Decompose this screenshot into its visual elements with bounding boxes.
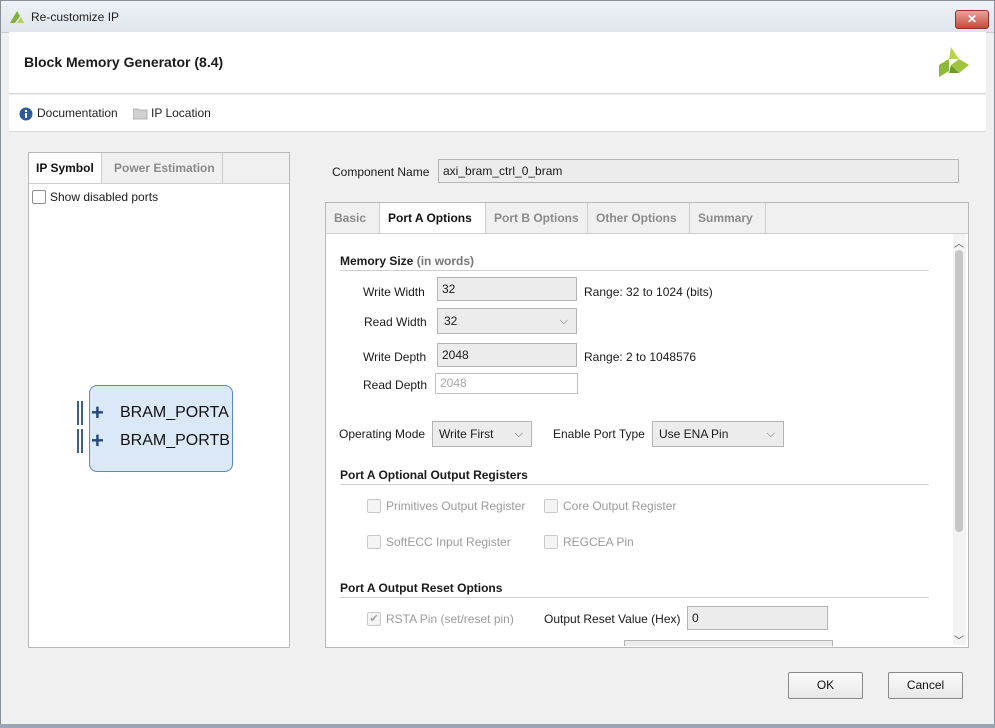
vivado-logo-icon: [10, 11, 24, 23]
ip-location-link[interactable]: IP Location: [151, 106, 211, 120]
read-width-value: 32: [444, 314, 458, 328]
expand-porta-icon[interactable]: +: [91, 402, 104, 424]
reset-options-header: Port A Output Reset Options: [340, 581, 503, 595]
xilinx-logo-icon: [939, 47, 969, 77]
read-depth-label: Read Depth: [363, 378, 428, 392]
separator: [340, 484, 929, 485]
scroll-up-icon[interactable]: ︿: [954, 235, 964, 250]
options-tab-bar: Basic Port A Options Port B Options Othe…: [326, 203, 968, 234]
ip-symbol-block: [89, 385, 233, 472]
core-output-register-label: Core Output Register: [563, 499, 677, 513]
ip-symbol-panel: IP Symbol Power Estimation Show disabled…: [28, 152, 290, 648]
read-width-label: Read Width: [364, 315, 427, 329]
chevron-down-icon: ⌵: [559, 315, 568, 327]
title-bar: Re-customize IP ✕: [1, 1, 994, 33]
show-disabled-ports-label: Show disabled ports: [50, 190, 159, 204]
read-width-select[interactable]: 32 ⌵: [437, 308, 577, 334]
regcea-pin-label: REGCEA Pin: [563, 535, 634, 549]
expand-portb-icon[interactable]: +: [91, 430, 104, 452]
output-reset-value-input[interactable]: 0: [687, 606, 828, 630]
ok-button[interactable]: OK: [788, 672, 863, 699]
tab-summary[interactable]: Summary: [690, 203, 766, 233]
operating-mode-label: Operating Mode: [339, 427, 426, 441]
ip-header: Block Memory Generator (8.4): [9, 32, 986, 94]
ip-title: Block Memory Generator (8.4): [24, 54, 224, 70]
softecc-input-register-checkbox[interactable]: [367, 535, 381, 549]
port-bus-icon: [77, 401, 84, 425]
output-registers-header: Port A Optional Output Registers: [340, 468, 528, 482]
write-width-range: Range: 32 to 1024 (bits): [584, 285, 713, 299]
documentation-link[interactable]: Documentation: [37, 106, 118, 120]
core-output-register-checkbox[interactable]: [544, 499, 558, 513]
rsta-pin-label: RSTA Pin (set/reset pin): [386, 612, 514, 626]
next-field-partial: [624, 640, 833, 646]
chevron-down-icon: ⌵: [766, 428, 775, 440]
links-bar: Documentation IP Location: [9, 95, 986, 132]
output-reset-value-label: Output Reset Value (Hex): [544, 612, 681, 626]
softecc-input-register-label: SoftECC Input Register: [386, 535, 511, 549]
enable-port-type-label: Enable Port Type: [553, 427, 645, 441]
separator: [340, 597, 929, 598]
primitives-output-register-label: Primitives Output Register: [386, 499, 526, 513]
close-icon: ✕: [966, 12, 978, 26]
write-depth-range: Range: 2 to 1048576: [584, 350, 697, 364]
port-bus-icon: [77, 429, 84, 453]
write-depth-input[interactable]: 2048: [437, 343, 577, 367]
write-width-label: Write Width: [363, 285, 425, 299]
tab-port-b-options[interactable]: Port B Options: [486, 203, 588, 233]
cancel-button[interactable]: Cancel: [888, 672, 963, 699]
enable-port-type-select[interactable]: Use ENA Pin ⌵: [652, 421, 784, 447]
tab-other-options[interactable]: Other Options: [588, 203, 690, 233]
write-depth-label: Write Depth: [363, 350, 427, 364]
write-width-input[interactable]: 32: [437, 277, 577, 301]
separator: [340, 270, 929, 271]
show-disabled-ports-checkbox[interactable]: [32, 190, 46, 204]
tab-power-estimation[interactable]: Power Estimation: [107, 153, 223, 183]
close-button[interactable]: ✕: [955, 10, 989, 29]
component-name-input[interactable]: axi_bram_ctrl_0_bram: [438, 159, 959, 183]
regcea-pin-checkbox[interactable]: [544, 535, 558, 549]
operating-mode-select[interactable]: Write First ⌵: [432, 421, 532, 447]
tab-basic[interactable]: Basic: [326, 203, 380, 233]
primitives-output-register-checkbox[interactable]: [367, 499, 381, 513]
rsta-pin-checkbox[interactable]: ✔: [367, 612, 381, 626]
info-icon: [19, 107, 33, 121]
component-name-label: Component Name: [332, 165, 430, 179]
scroll-down-icon[interactable]: ﹀: [954, 632, 964, 647]
port-label-portb: BRAM_PORTB: [120, 432, 230, 449]
taskbar-strip: [0, 724, 995, 728]
chevron-down-icon: ⌵: [514, 428, 523, 440]
memory-size-header: Memory Size (in words): [340, 254, 475, 268]
tab-ip-symbol[interactable]: IP Symbol: [29, 153, 102, 183]
enable-port-type-value: Use ENA Pin: [659, 427, 729, 441]
window-title: Re-customize IP: [31, 10, 120, 24]
port-label-porta: BRAM_PORTA: [120, 404, 229, 421]
operating-mode-value: Write First: [439, 427, 494, 441]
check-icon: ✔: [369, 613, 379, 625]
read-depth-input: 2048: [435, 373, 578, 394]
left-tab-bar: IP Symbol Power Estimation: [29, 153, 289, 184]
folder-icon: [133, 108, 148, 120]
tab-port-a-options[interactable]: Port A Options: [380, 203, 486, 233]
options-scrollbar[interactable]: ︿ ﹀: [953, 234, 966, 647]
scroll-thumb[interactable]: [955, 250, 963, 532]
